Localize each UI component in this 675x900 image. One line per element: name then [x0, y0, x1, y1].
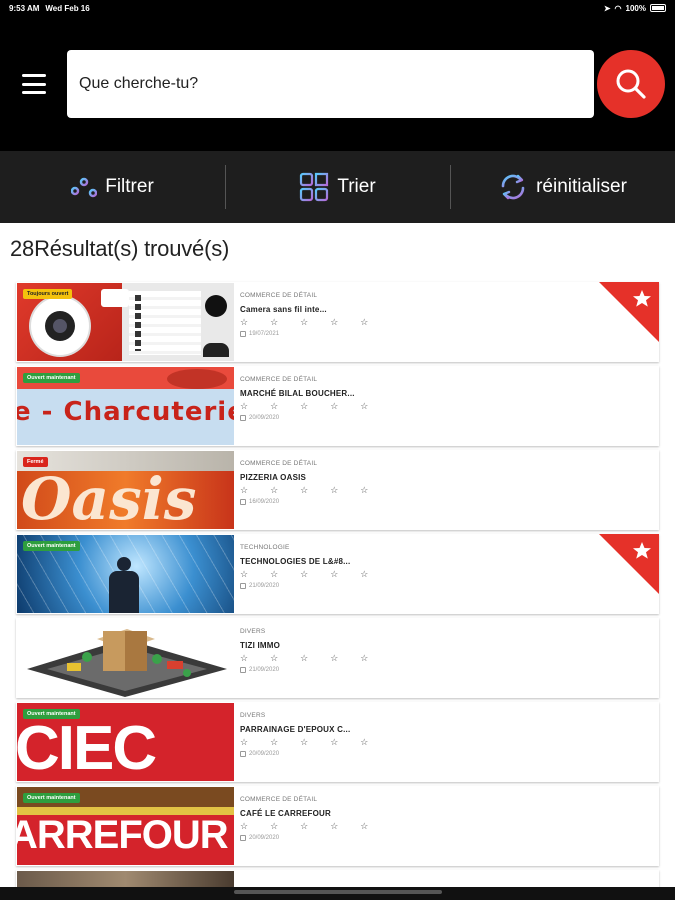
list-item[interactable]: e - Charcuterie Ouvert maintenant COMMER… [16, 366, 659, 446]
listing-list: Toujours ouvert COMMERCE DE DÉTAIL Camer… [16, 282, 659, 894]
search-button[interactable] [597, 50, 665, 118]
search-icon [616, 69, 646, 99]
list-item[interactable]: Ouvert maintenant TECHNOLOGIE TECHNOLOGI… [16, 534, 659, 614]
listing-thumbnail [17, 619, 234, 697]
listing-category: COMMERCE DE DÉTAIL [240, 460, 318, 467]
filter-label: Filtrer [105, 176, 154, 197]
thumbnail-text: e - Charcuterie [17, 397, 234, 427]
calendar-icon [240, 667, 246, 673]
status-date: Wed Feb 16 [45, 3, 90, 13]
listing-category: COMMERCE DE DÉTAIL [240, 292, 318, 299]
list-item[interactable]: CIEC Ouvert maintenant DIVERS PARRAINAGE… [16, 702, 659, 782]
city-illustration [27, 629, 227, 697]
search-field[interactable] [67, 50, 594, 118]
listing-date: 21/09/2020 [249, 583, 280, 589]
listing-date: 21/09/2020 [249, 667, 280, 673]
status-badge: Ouvert maintenant [23, 541, 80, 551]
rating-stars: ☆☆☆☆☆ [240, 317, 391, 327]
listing-date: 20/09/2020 [249, 835, 280, 841]
status-badge: Toujours ouvert [23, 289, 73, 299]
list-item[interactable]: DIVERS TIZI IMMO ☆☆☆☆☆ 21/09/2020 [16, 618, 659, 698]
status-bar: 9:53 AM Wed Feb 16 ➤ ◠ 100% [0, 0, 675, 16]
listing-thumbnail: Ouvert maintenant [17, 535, 234, 613]
reset-label: réinitialiser [536, 176, 627, 197]
listing-date: 19/07/2021 [249, 331, 280, 337]
listing-thumbnail: Oasis Fermé [17, 451, 234, 529]
rating-stars: ☆☆☆☆☆ [240, 653, 391, 663]
listing-name: Camera sans fil inte... [240, 305, 327, 314]
battery-icon [650, 4, 666, 12]
battery-percent: 100% [625, 3, 646, 13]
home-indicator[interactable] [234, 890, 442, 894]
refresh-icon [501, 174, 525, 200]
search-input[interactable] [79, 75, 594, 93]
filter-button[interactable]: Filtrer [0, 151, 225, 223]
sort-button[interactable]: Trier [225, 151, 450, 223]
app-header [0, 16, 675, 151]
calendar-icon [240, 751, 246, 757]
listing-category: COMMERCE DE DÉTAIL [240, 796, 318, 803]
sort-label: Trier [337, 176, 376, 197]
listing-category: DIVERS [240, 712, 266, 719]
listing-name: TIZI IMMO [240, 641, 281, 650]
listing-name: PIZZERIA OASIS [240, 473, 307, 482]
status-badge: Ouvert maintenant [23, 373, 80, 383]
rating-stars: ☆☆☆☆☆ [240, 569, 391, 579]
listing-thumbnail: Toujours ouvert [17, 283, 234, 361]
thumbnail-text: CIEC [17, 714, 157, 781]
calendar-icon [240, 583, 246, 589]
status-badge: Ouvert maintenant [23, 793, 80, 803]
thumbnail-text: Oasis [21, 465, 197, 529]
listing-category: TECHNOLOGIE [240, 544, 290, 551]
list-item[interactable]: Oasis Fermé COMMERCE DE DÉTAIL PIZZERIA … [16, 450, 659, 530]
location-icon: ➤ [603, 3, 611, 13]
favorite-ribbon-icon[interactable] [599, 282, 659, 342]
calendar-icon [240, 835, 246, 841]
menu-icon[interactable] [22, 74, 46, 94]
list-item[interactable]: Toujours ouvert COMMERCE DE DÉTAIL Camer… [16, 282, 659, 362]
listing-date: 20/09/2020 [249, 415, 280, 421]
listing-thumbnail: e - Charcuterie Ouvert maintenant [17, 367, 234, 445]
rating-stars: ☆☆☆☆☆ [240, 485, 391, 495]
listing-name: CAFÉ LE CARREFOUR [240, 809, 331, 818]
listing-thumbnail: ARREFOUR Ouvert maintenant [17, 787, 234, 865]
reset-button[interactable]: réinitialiser [450, 151, 675, 223]
status-badge: Ouvert maintenant [23, 709, 80, 719]
favorite-ribbon-icon[interactable] [599, 534, 659, 594]
filter-toolbar: Filtrer Trier réinitialiser [0, 151, 675, 223]
grid-sort-icon [300, 172, 329, 202]
listing-name: MARCHÉ BILAL BOUCHER... [240, 389, 355, 398]
sliders-icon [71, 172, 98, 202]
listing-thumbnail: CIEC Ouvert maintenant [17, 703, 234, 781]
calendar-icon [240, 499, 246, 505]
list-item[interactable]: ARREFOUR Ouvert maintenant COMMERCE DE D… [16, 786, 659, 866]
listing-date: 20/09/2020 [249, 751, 280, 757]
rating-stars: ☆☆☆☆☆ [240, 401, 391, 411]
listing-date: 16/09/2020 [249, 499, 280, 505]
listing-name: TECHNOLOGIES DE L&#8... [240, 557, 351, 566]
thumbnail-text: ARREFOUR [17, 813, 229, 857]
rating-stars: ☆☆☆☆☆ [240, 821, 391, 831]
listing-category: DIVERS [240, 628, 266, 635]
results-count: 28Résultat(s) trouvé(s) [10, 236, 230, 261]
wifi-icon: ◠ [614, 3, 622, 13]
rating-stars: ☆☆☆☆☆ [240, 737, 391, 747]
calendar-icon [240, 415, 246, 421]
status-time: 9:53 AM [9, 3, 40, 13]
calendar-icon [240, 331, 246, 337]
listing-category: COMMERCE DE DÉTAIL [240, 376, 318, 383]
listing-name: PARRAINAGE D'EPOUX C... [240, 725, 351, 734]
status-badge: Fermé [23, 457, 48, 467]
